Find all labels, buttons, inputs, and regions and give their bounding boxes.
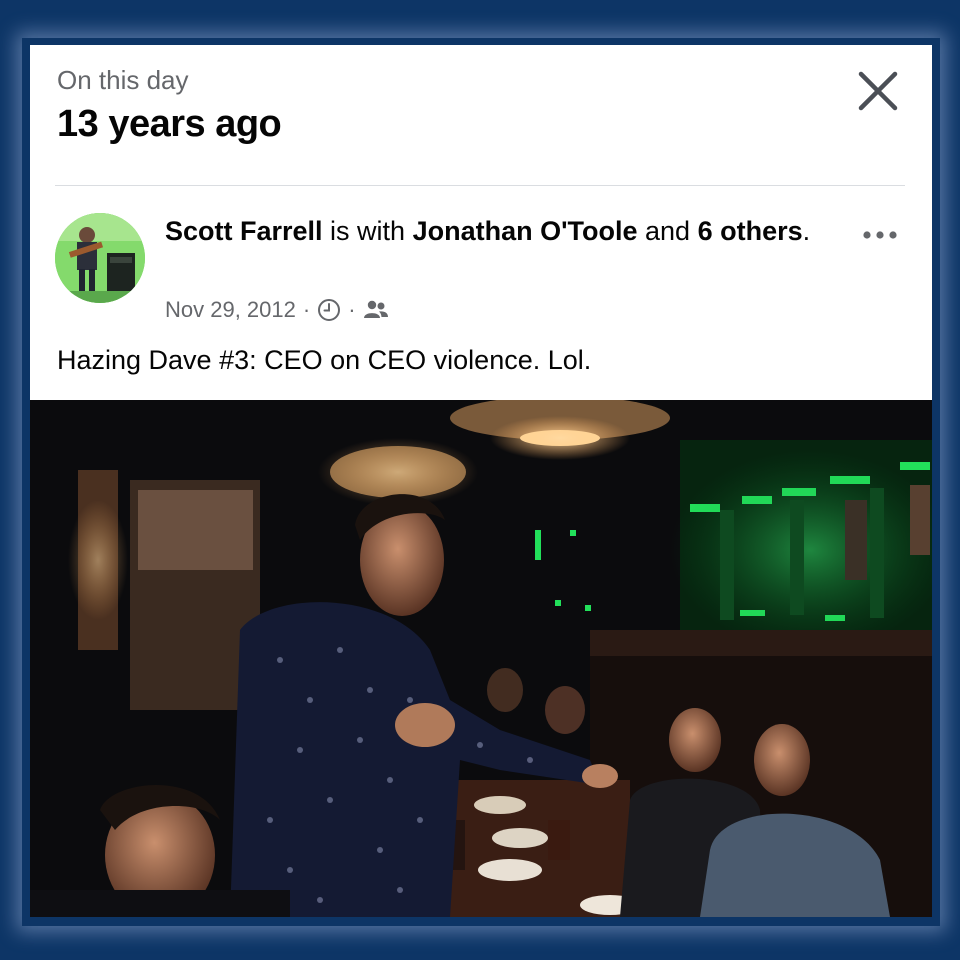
post-caption: Hazing Dave #3: CEO on CEO violence. Lol… bbox=[57, 345, 592, 375]
bar-photo-image bbox=[30, 396, 932, 917]
and-text: and bbox=[637, 216, 698, 246]
post-photo[interactable] bbox=[30, 396, 932, 917]
memory-card: On this day 13 years ago Scott Farrell i… bbox=[30, 45, 932, 917]
clock-icon bbox=[318, 299, 341, 321]
author-avatar[interactable] bbox=[55, 213, 145, 303]
post-header: Scott Farrell is with Jonathan O'Toole a… bbox=[165, 210, 845, 253]
avatar-photo bbox=[55, 213, 145, 303]
close-button[interactable] bbox=[856, 69, 900, 113]
header-divider bbox=[55, 185, 905, 186]
more-options-button[interactable] bbox=[858, 223, 902, 247]
more-options-icon bbox=[863, 231, 897, 239]
meta-separator: · bbox=[302, 297, 311, 322]
memory-subtitle: On this day bbox=[57, 65, 189, 95]
meta-separator: · bbox=[348, 297, 356, 322]
close-icon bbox=[858, 71, 898, 111]
friends-icon bbox=[363, 300, 388, 318]
others-link[interactable]: 6 others bbox=[698, 216, 803, 246]
period-text: . bbox=[802, 216, 811, 246]
post-meta: Nov 29, 2012 · · bbox=[165, 297, 389, 323]
with-text: is with bbox=[322, 216, 413, 246]
post-date-link[interactable]: Nov 29, 2012 bbox=[165, 297, 296, 323]
tagged-person-link[interactable]: Jonathan O'Toole bbox=[413, 216, 638, 246]
memory-title: 13 years ago bbox=[57, 103, 282, 145]
author-name-link[interactable]: Scott Farrell bbox=[165, 216, 323, 246]
